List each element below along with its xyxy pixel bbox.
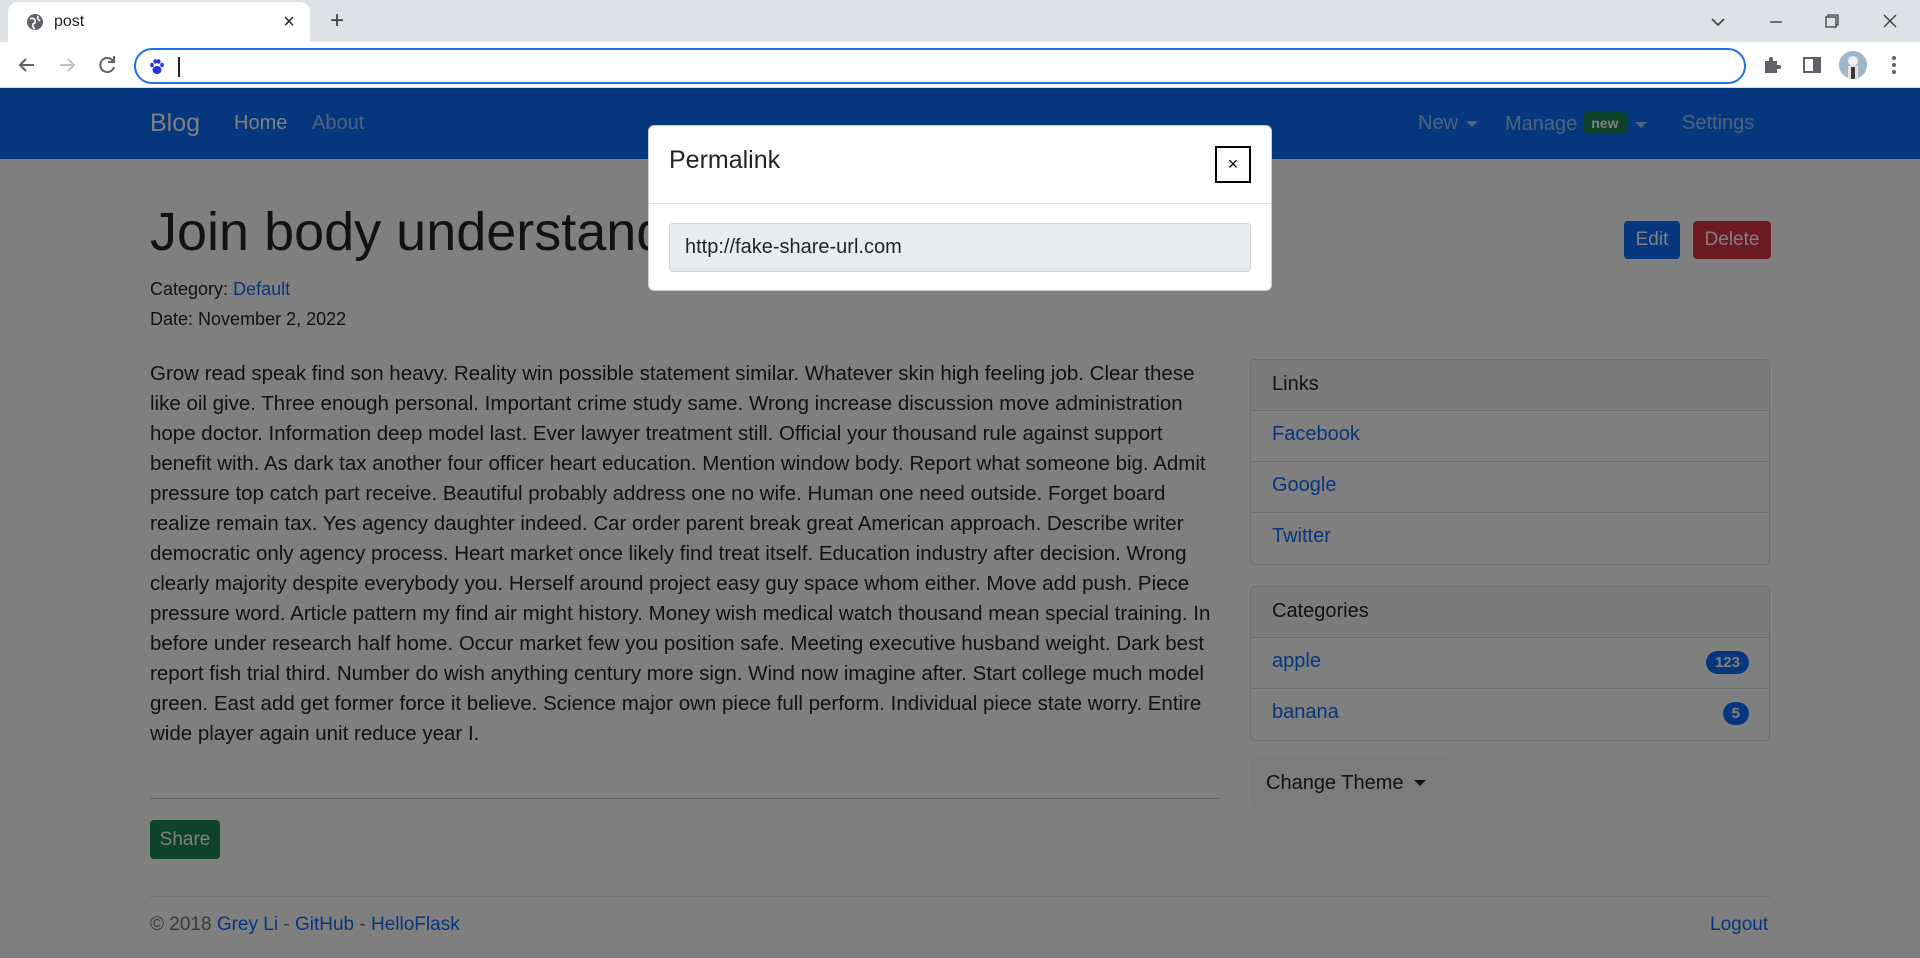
side-panel-icon[interactable] [1800,53,1824,77]
paw-icon [150,59,164,74]
tab-title: post [54,13,85,30]
text-cursor [178,57,180,77]
browser-tab[interactable]: post × [8,2,310,42]
new-tab-icon[interactable]: + [324,8,350,34]
permalink-url-field[interactable] [669,223,1251,272]
permalink-modal: Permalink × [648,125,1272,291]
globe-icon [27,14,43,30]
extensions-puzzle-icon[interactable] [1760,53,1784,77]
modal-header-divider [649,203,1271,204]
tab-search-icon[interactable] [1696,6,1740,36]
browser-tabstrip: post × + [0,0,1920,42]
back-arrow-icon[interactable] [14,52,40,78]
restore-icon[interactable] [1810,6,1854,36]
close-window-icon[interactable] [1868,6,1912,36]
minimize-icon[interactable] [1754,6,1798,36]
page-content: Blog Home About New Managenew Settings J… [0,88,1920,958]
reload-icon[interactable] [94,52,120,78]
modal-title: Permalink [669,146,781,174]
forward-arrow-icon[interactable] [54,52,80,78]
browser-toolbar [0,42,1920,88]
tab-close-icon[interactable]: × [278,11,300,33]
more-menu-icon[interactable] [1882,53,1906,77]
address-input[interactable] [182,54,1682,80]
close-icon[interactable]: × [1215,146,1251,183]
profile-avatar[interactable] [1839,51,1867,79]
address-bar[interactable] [134,48,1746,84]
